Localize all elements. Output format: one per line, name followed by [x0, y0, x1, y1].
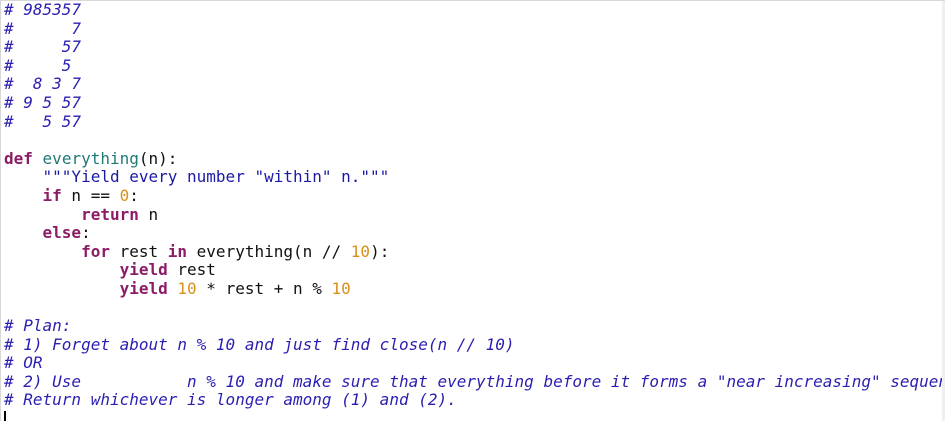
code-line[interactable]: # 2) Use n % 10 and make sure that every…	[4, 373, 944, 392]
code-token: :	[129, 186, 139, 205]
code-token: * rest + n %	[196, 279, 332, 298]
keyword-token: yield	[119, 261, 168, 280]
code-line[interactable]: if n == 0:	[4, 187, 944, 206]
comment-token: # 5	[4, 56, 72, 75]
code-token: n ==	[61, 186, 120, 205]
code-line[interactable]: # Plan:	[4, 317, 944, 336]
comment-token: # 8 3 7	[4, 75, 82, 94]
number-token: 0	[119, 186, 130, 205]
code-token: ):	[370, 242, 390, 261]
code-line[interactable]: # OR	[4, 354, 944, 373]
text-cursor	[4, 411, 6, 421]
code-token: rest	[109, 242, 168, 261]
code-line[interactable]: for rest in everything(n // 10):	[4, 243, 944, 262]
code-editor[interactable]: # 985357# 7# 57# 5# 8 3 7# 9 5 57# 5 57​…	[0, 0, 945, 421]
code-line[interactable]: ​	[4, 131, 944, 150]
code-token: (n):	[138, 149, 178, 168]
code-area[interactable]: # 985357# 7# 57# 5# 8 3 7# 9 5 57# 5 57​…	[4, 1, 944, 410]
code-line[interactable]: ​	[4, 299, 944, 318]
code-line[interactable]: # 1) Forget about n % 10 and just find c…	[4, 336, 944, 355]
number-token: 10	[350, 242, 371, 261]
code-line[interactable]: # 8 3 7	[4, 75, 944, 94]
comment-token: # 2) Use n % 10 and make sure that every…	[4, 372, 944, 391]
keyword-token: yield	[119, 279, 168, 298]
keyword-token: return	[81, 205, 139, 224]
code-line[interactable]: # 5 57	[4, 113, 944, 132]
comment-token: # 57	[4, 38, 82, 57]
keyword-token: for	[81, 242, 110, 261]
comment-token: # OR	[4, 354, 43, 373]
code-token: everything(n //	[187, 242, 351, 261]
keyword-token: def	[4, 149, 33, 168]
code-line[interactable]: # 5	[4, 57, 944, 76]
code-line[interactable]: yield 10 * rest + n % 10	[4, 280, 944, 299]
number-token: 10	[331, 279, 351, 298]
code-line[interactable]: def everything(n):	[4, 150, 944, 169]
code-line[interactable]: # 9 5 57	[4, 94, 944, 113]
code-line[interactable]: # 7	[4, 20, 944, 39]
keyword-token: else	[42, 224, 82, 243]
code-line[interactable]: yield rest	[4, 261, 944, 280]
comment-token: # 1) Forget about n % 10 and just find c…	[4, 335, 515, 354]
comment-token: # 5 57	[4, 112, 82, 131]
string-token: """Yield every number "within" n."""	[42, 168, 390, 187]
comment-token: # 985357	[4, 1, 82, 19]
comment-token: # 9 5 57	[4, 93, 82, 112]
code-line[interactable]: else:	[4, 224, 944, 243]
code-line[interactable]: # 985357	[4, 1, 944, 20]
keyword-token: if	[42, 186, 62, 205]
code-token: :	[81, 224, 91, 243]
number-token: 10	[177, 279, 197, 298]
comment-token: # Plan:	[4, 317, 72, 336]
code-token: rest	[167, 261, 216, 280]
code-line[interactable]: """Yield every number "within" n."""	[4, 168, 944, 187]
function-name-token: everything	[42, 149, 139, 168]
code-line[interactable]: # 57	[4, 38, 944, 57]
code-line[interactable]: # Return whichever is longer among (1) a…	[4, 391, 944, 410]
comment-token: # Return whichever is longer among (1) a…	[4, 391, 457, 410]
code-token: n	[138, 205, 159, 224]
code-line[interactable]: return n	[4, 206, 944, 225]
comment-token: # 7	[4, 19, 82, 38]
keyword-token: in	[167, 242, 188, 261]
